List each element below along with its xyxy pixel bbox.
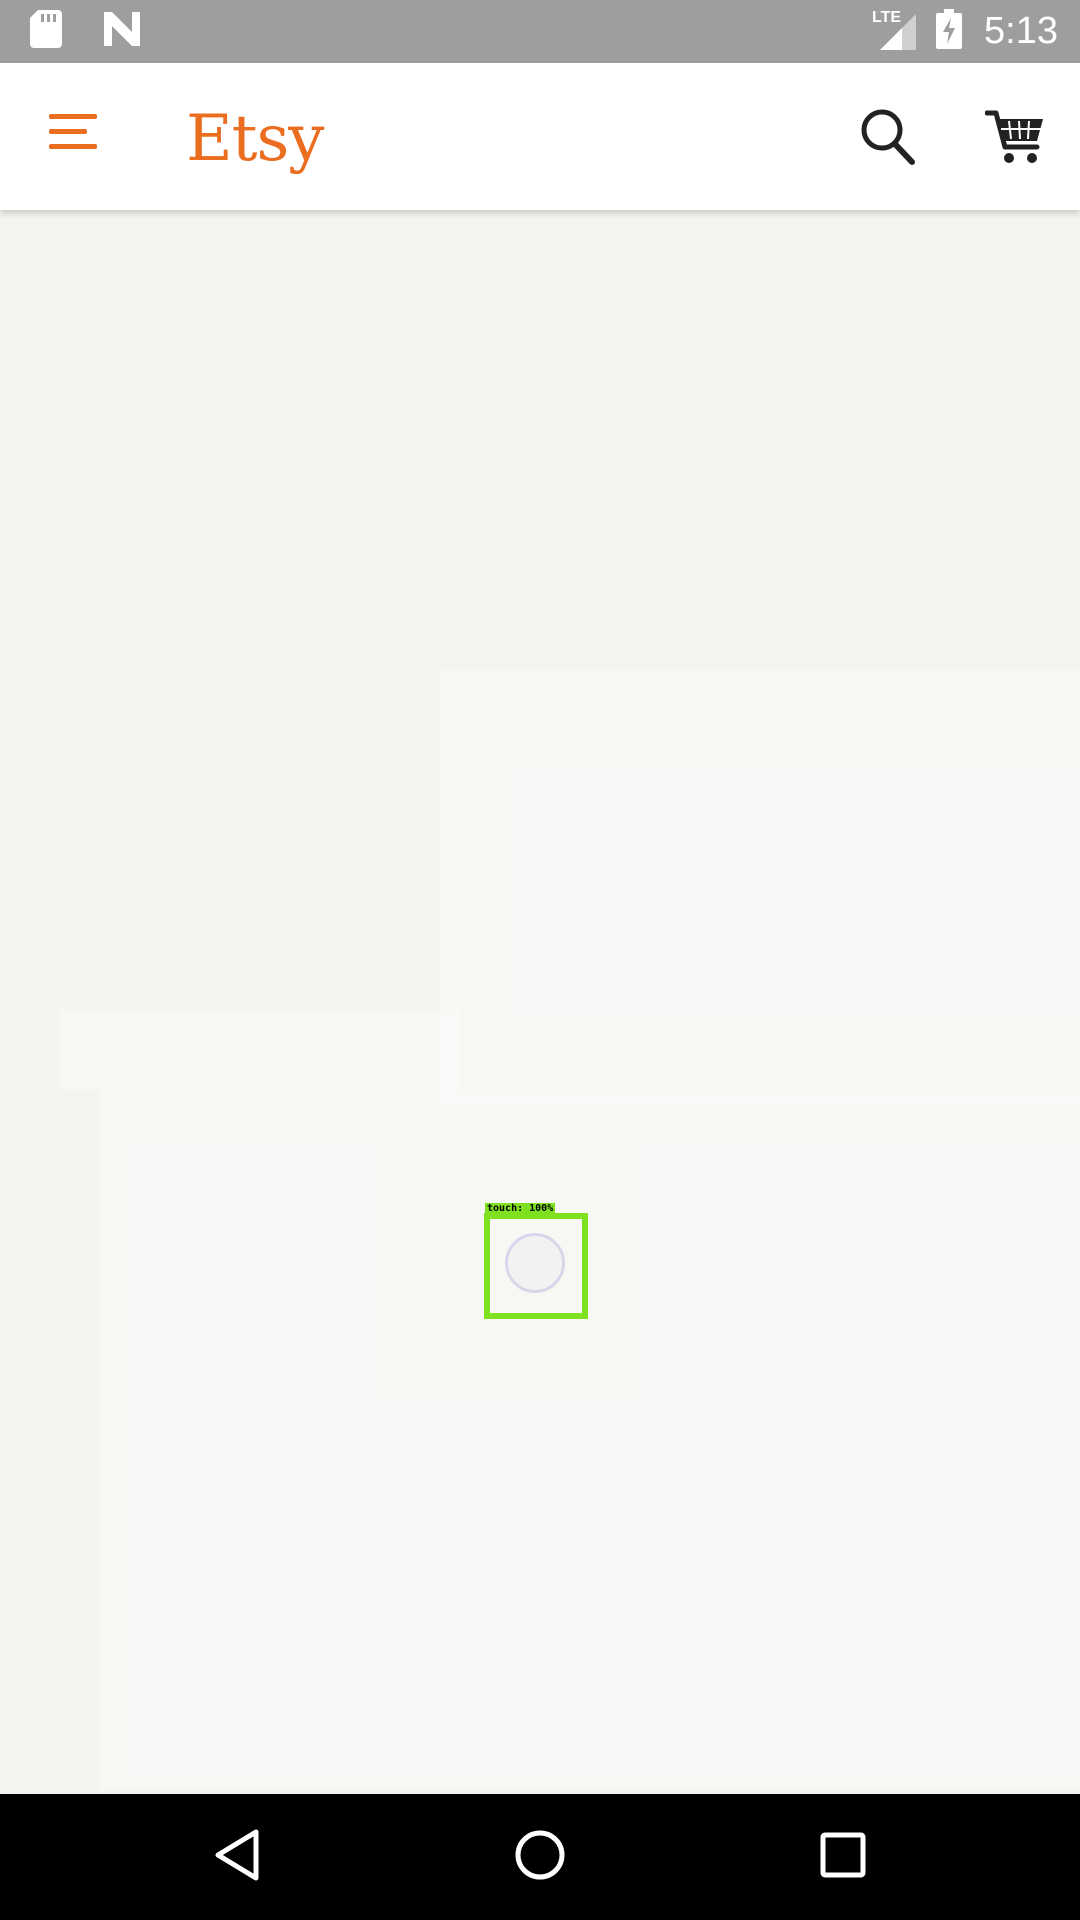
battery-charging-icon [936,9,963,54]
lte-signal-icon: LTE [872,8,918,55]
loading-placeholder [100,1090,1080,1790]
back-button[interactable] [202,1822,272,1892]
cart-button[interactable] [975,101,1055,177]
search-button[interactable] [852,103,924,175]
home-icon [513,1828,567,1887]
status-time: 5:13 [984,10,1058,52]
svg-text:LTE: LTE [872,9,901,26]
loading-placeholder [60,1010,460,1090]
cart-icon [984,109,1045,170]
menu-button[interactable] [34,93,114,173]
n-notification-icon [102,12,142,51]
app-bar: Etsy [0,63,1080,210]
back-icon [212,1828,262,1887]
search-icon [860,108,916,171]
home-button[interactable] [505,1822,575,1892]
recents-button[interactable] [808,1822,878,1892]
main-content [0,210,1080,1794]
status-right: LTE 5:13 [854,8,1058,55]
touch-indicator [484,1213,588,1319]
status-bar: LTE 5:13 [0,0,1080,63]
brand-logo[interactable]: Etsy [186,99,324,179]
navigation-bar [0,1794,1080,1920]
sd-card-icon [30,10,62,53]
menu-icon [49,111,99,156]
status-left [30,10,182,53]
loading-placeholder [440,670,1080,1110]
recents-icon [819,1831,867,1884]
